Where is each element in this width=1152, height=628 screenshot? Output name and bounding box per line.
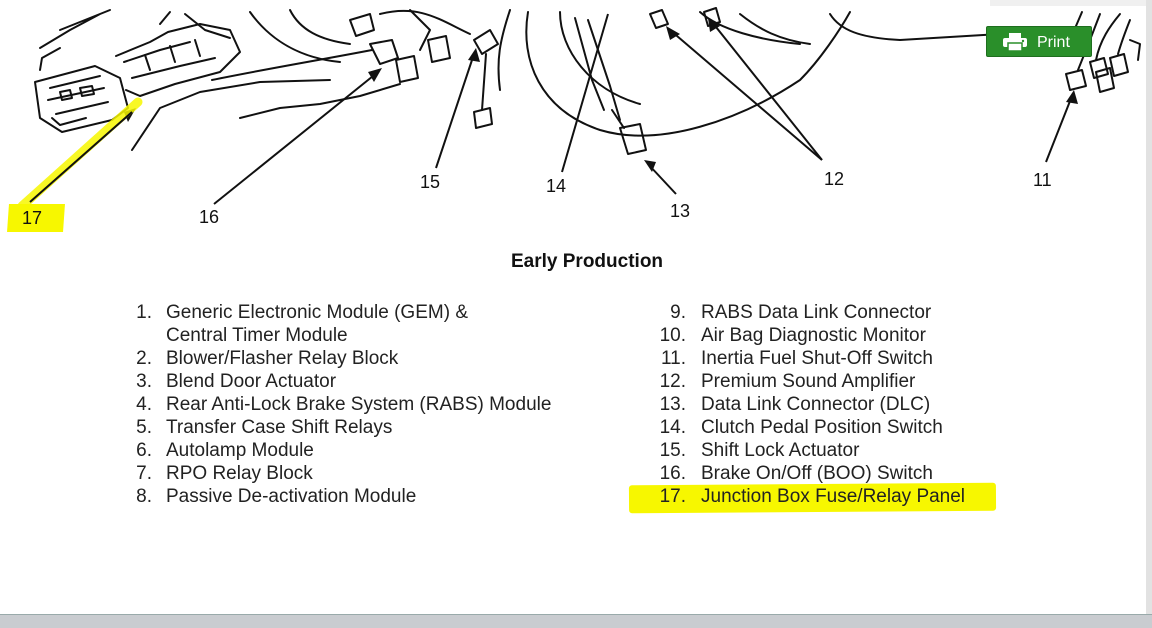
legend-num: 6. xyxy=(136,440,152,461)
legend-label: Brake On/Off (BOO) Switch xyxy=(701,463,933,484)
printer-icon xyxy=(1003,33,1027,56)
legend-num: 11. xyxy=(660,348,686,369)
legend-label: Passive De-activation Module xyxy=(166,486,417,507)
legend-label: Central Timer Module xyxy=(166,325,348,346)
legend-num: 16. xyxy=(659,463,686,484)
legend-label: Rear Anti-Lock Brake System (RABS) Modul… xyxy=(166,394,552,415)
window-bottom-bar xyxy=(0,614,1152,628)
legend-label: Generic Electronic Module (GEM) & xyxy=(166,302,468,323)
print-button[interactable]: Print xyxy=(986,26,1092,57)
wiring-diagram xyxy=(17,7,1141,211)
print-label: Print xyxy=(1037,34,1070,51)
callout-11: 11 xyxy=(1033,170,1052,190)
legend-num: 5. xyxy=(136,417,152,438)
legend-label: Transfer Case Shift Relays xyxy=(166,417,393,438)
legend-label: Blend Door Actuator xyxy=(166,371,337,392)
window-right-edge xyxy=(1146,0,1152,627)
legend-label: Junction Box Fuse/Relay Panel xyxy=(701,486,966,507)
legend-label: Shift Lock Actuator xyxy=(701,440,860,461)
callout-13: 13 xyxy=(670,201,691,221)
legend-label: Autolamp Module xyxy=(166,440,314,461)
legend-label: Premium Sound Amplifier xyxy=(701,371,916,392)
callout-17: 17 xyxy=(22,208,43,228)
manual-page: 17 16 15 14 13 12 11 Print Early Product… xyxy=(0,0,1152,628)
callout-15: 15 xyxy=(420,172,441,192)
callout-12: 12 xyxy=(824,169,845,189)
callout-14: 14 xyxy=(546,176,567,196)
legend-num: 8. xyxy=(136,486,152,507)
legend-label: Inertia Fuel Shut-Off Switch xyxy=(701,348,933,369)
legend-num: 1. xyxy=(136,302,152,323)
diagram-caption: Early Production xyxy=(511,251,664,272)
legend-label: Blower/Flasher Relay Block xyxy=(166,348,399,369)
legend-num: 9. xyxy=(670,302,686,323)
legend-label: Clutch Pedal Position Switch xyxy=(701,417,943,438)
legend-num: 2. xyxy=(136,348,152,369)
legend-num: 12. xyxy=(659,371,686,392)
leader-17 xyxy=(29,111,133,203)
legend-num: 3. xyxy=(136,371,152,392)
legend-label: RPO Relay Block xyxy=(166,463,313,484)
callout-16: 16 xyxy=(199,207,220,227)
legend-num: 14. xyxy=(659,417,686,438)
legend-num: 4. xyxy=(136,394,152,415)
legend-num: 10. xyxy=(659,325,686,346)
legend-num: 15. xyxy=(659,440,686,461)
legend-num: 17. xyxy=(659,486,686,507)
legend-label: Air Bag Diagnostic Monitor xyxy=(701,325,926,346)
legend-label: RABS Data Link Connector xyxy=(701,302,932,323)
legend-label: Data Link Connector (DLC) xyxy=(701,394,931,415)
legend-num: 7. xyxy=(136,463,152,484)
legend-num: 13. xyxy=(659,394,686,415)
